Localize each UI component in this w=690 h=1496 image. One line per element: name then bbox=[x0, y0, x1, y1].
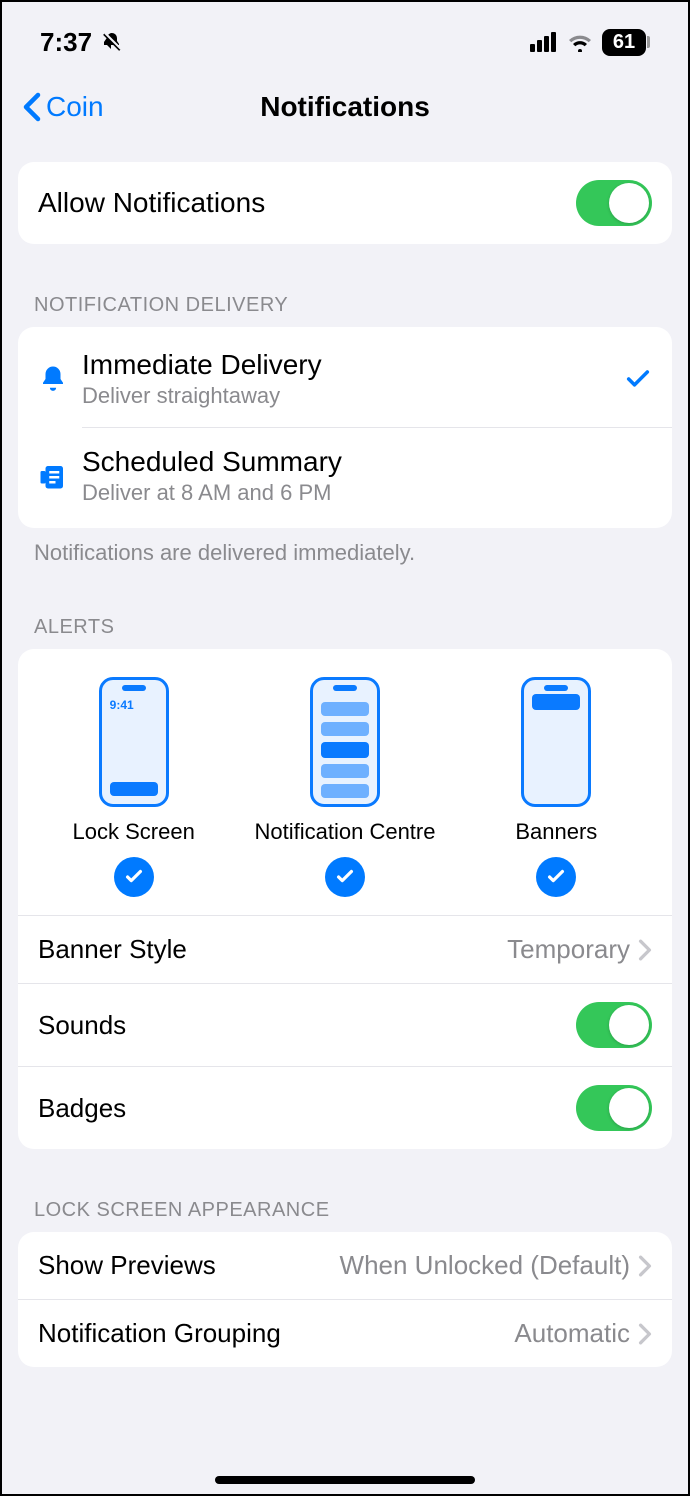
show-previews-label: Show Previews bbox=[38, 1250, 216, 1281]
delivery-header: NOTIFICATION DELIVERY bbox=[18, 264, 672, 327]
delivery-footer: Notifications are delivered immediately. bbox=[18, 528, 672, 566]
allow-notifications-toggle[interactable] bbox=[576, 180, 652, 226]
scheduled-summary-sub: Deliver at 8 AM and 6 PM bbox=[82, 480, 652, 506]
status-right: 61 bbox=[530, 29, 650, 56]
badges-label: Badges bbox=[38, 1093, 576, 1124]
alerts-options: 9:41 Lock Screen Notification bbox=[18, 649, 672, 915]
alert-label: Notification Centre bbox=[255, 819, 436, 845]
alert-option-lockscreen[interactable]: 9:41 Lock Screen bbox=[28, 677, 239, 897]
alert-label: Lock Screen bbox=[73, 819, 195, 845]
alert-option-banners[interactable]: Banners bbox=[451, 677, 662, 897]
chevron-right-icon bbox=[638, 1255, 652, 1277]
allow-notifications-row: Allow Notifications bbox=[18, 162, 672, 244]
alert-label: Banners bbox=[515, 819, 597, 845]
notification-grouping-value: Automatic bbox=[293, 1318, 630, 1349]
check-circle-icon[interactable] bbox=[536, 857, 576, 897]
wifi-icon bbox=[566, 32, 594, 52]
sounds-toggle[interactable] bbox=[576, 1002, 652, 1048]
banners-preview-icon bbox=[521, 677, 591, 807]
status-time: 7:37 bbox=[40, 27, 92, 58]
check-circle-icon[interactable] bbox=[114, 857, 154, 897]
sounds-label: Sounds bbox=[38, 1010, 576, 1041]
scheduled-summary-title: Scheduled Summary bbox=[82, 446, 652, 478]
status-bar: 7:37 61 bbox=[2, 2, 688, 72]
chevron-left-icon bbox=[22, 92, 42, 122]
badges-toggle[interactable] bbox=[576, 1085, 652, 1131]
checkmark-icon bbox=[624, 365, 652, 393]
back-button[interactable]: Coin bbox=[22, 91, 104, 123]
notification-grouping-row[interactable]: Notification Grouping Automatic bbox=[18, 1299, 672, 1367]
immediate-delivery-row[interactable]: Immediate Delivery Deliver straightaway bbox=[18, 327, 672, 427]
immediate-delivery-title: Immediate Delivery bbox=[82, 349, 624, 381]
banner-style-value: Temporary bbox=[507, 934, 630, 965]
back-label: Coin bbox=[46, 91, 104, 123]
alert-option-notification-centre[interactable]: Notification Centre bbox=[239, 677, 450, 897]
nav-bar: Coin Notifications bbox=[2, 72, 688, 142]
allow-notifications-label: Allow Notifications bbox=[38, 187, 576, 219]
immediate-delivery-sub: Deliver straightaway bbox=[82, 383, 624, 409]
banner-style-label: Banner Style bbox=[38, 934, 507, 965]
notification-grouping-label: Notification Grouping bbox=[38, 1318, 281, 1349]
silent-icon bbox=[100, 30, 124, 54]
sounds-row: Sounds bbox=[18, 983, 672, 1066]
check-circle-icon[interactable] bbox=[325, 857, 365, 897]
badges-row: Badges bbox=[18, 1066, 672, 1149]
battery-icon: 61 bbox=[602, 29, 650, 56]
lockscreen-preview-icon: 9:41 bbox=[99, 677, 169, 807]
status-left: 7:37 bbox=[40, 27, 124, 58]
chevron-right-icon bbox=[638, 939, 652, 961]
chevron-right-icon bbox=[638, 1323, 652, 1345]
home-indicator[interactable] bbox=[215, 1476, 475, 1484]
cellular-signal-icon bbox=[530, 32, 558, 52]
notification-centre-preview-icon bbox=[310, 677, 380, 807]
bell-icon bbox=[38, 364, 68, 394]
page-title: Notifications bbox=[260, 91, 430, 123]
banner-style-row[interactable]: Banner Style Temporary bbox=[18, 915, 672, 983]
lockscreen-header: LOCK SCREEN APPEARANCE bbox=[18, 1169, 672, 1232]
show-previews-row[interactable]: Show Previews When Unlocked (Default) bbox=[18, 1232, 672, 1299]
battery-percent: 61 bbox=[613, 31, 635, 53]
summary-icon bbox=[38, 461, 68, 491]
alerts-header: ALERTS bbox=[18, 586, 672, 649]
show-previews-value: When Unlocked (Default) bbox=[228, 1250, 630, 1281]
scheduled-summary-row[interactable]: Scheduled Summary Deliver at 8 AM and 6 … bbox=[18, 428, 672, 528]
